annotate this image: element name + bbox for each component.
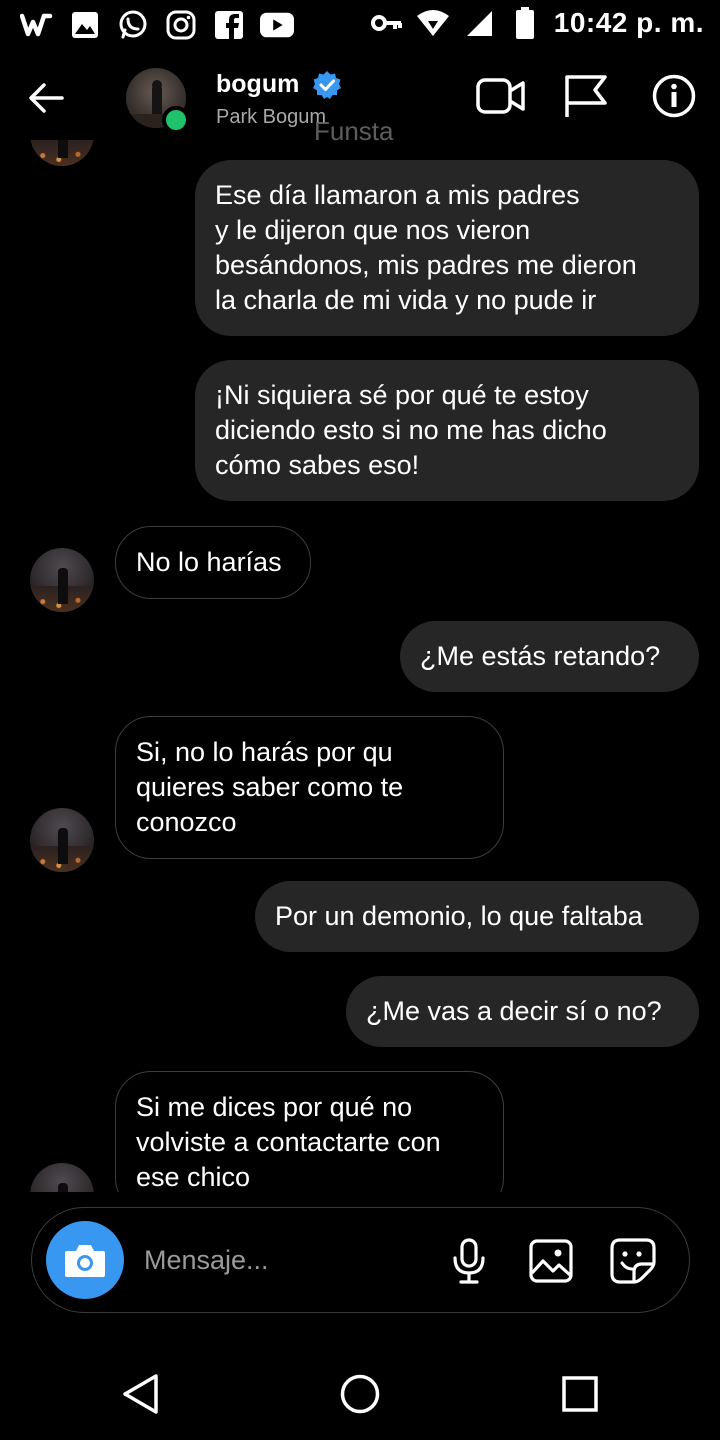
nav-home-icon[interactable] [336, 1370, 384, 1418]
message-outgoing[interactable]: Ese día llamaron a mis padres y le dijer… [195, 160, 699, 336]
sticker-icon[interactable] [610, 1238, 656, 1284]
gallery-icon[interactable] [528, 1238, 574, 1284]
sender-avatar[interactable] [30, 808, 94, 872]
facebook-icon [212, 8, 246, 42]
message-thread[interactable]: Ese día llamaron a mis padres y le dijer… [0, 140, 720, 1192]
system-icons: 10:42 p. m. [370, 6, 704, 40]
message-composer [31, 1207, 690, 1313]
instagram-icon [164, 8, 198, 42]
info-icon[interactable] [647, 72, 701, 120]
clock: 10:42 p. m. [553, 7, 704, 38]
system-navigation-bar [0, 1340, 720, 1440]
status-bar: 10:42 p. m. [0, 0, 720, 52]
signal-icon [462, 6, 496, 40]
sender-avatar[interactable] [30, 1163, 94, 1192]
message-outgoing[interactable]: ¿Me estás retando? [400, 621, 699, 692]
whatsapp-icon [116, 8, 150, 42]
online-status-indicator [162, 106, 190, 134]
nav-recents-icon[interactable] [556, 1370, 604, 1418]
sender-avatar[interactable] [30, 548, 94, 612]
microphone-icon[interactable] [446, 1238, 492, 1284]
message-outgoing[interactable]: Por un demonio, lo que faltaba [255, 881, 699, 952]
sender-avatar [30, 140, 94, 166]
wifi-icon [416, 6, 450, 40]
gallery-icon [68, 8, 102, 42]
camera-button[interactable] [46, 1221, 124, 1299]
back-arrow-icon[interactable] [26, 78, 76, 118]
wattpad-icon [20, 8, 54, 42]
contact-fullname: Park Bogum [216, 106, 327, 128]
nav-back-icon[interactable] [116, 1370, 164, 1418]
message-input[interactable] [144, 1238, 434, 1282]
message-incoming[interactable]: No lo harías [115, 526, 311, 599]
message-outgoing[interactable]: ¡Ni siquiera sé por qué te estoy diciend… [195, 360, 699, 501]
notification-icons [20, 8, 294, 42]
battery-icon [508, 6, 542, 40]
message-incoming[interactable]: Si me dices por qué no volviste a contac… [115, 1071, 504, 1192]
key-icon [370, 6, 404, 40]
contact-name[interactable]: bogum [216, 70, 299, 99]
verified-badge-icon [312, 70, 342, 100]
message-outgoing[interactable]: ¿Me vas a decir sí o no? [346, 976, 699, 1047]
youtube-icon [260, 8, 294, 42]
video-call-icon[interactable] [474, 72, 528, 120]
camera-icon [65, 1245, 105, 1277]
message-incoming[interactable]: Si, no lo harás por qu quieres saber com… [115, 716, 504, 859]
report-flag-icon[interactable] [558, 72, 612, 120]
